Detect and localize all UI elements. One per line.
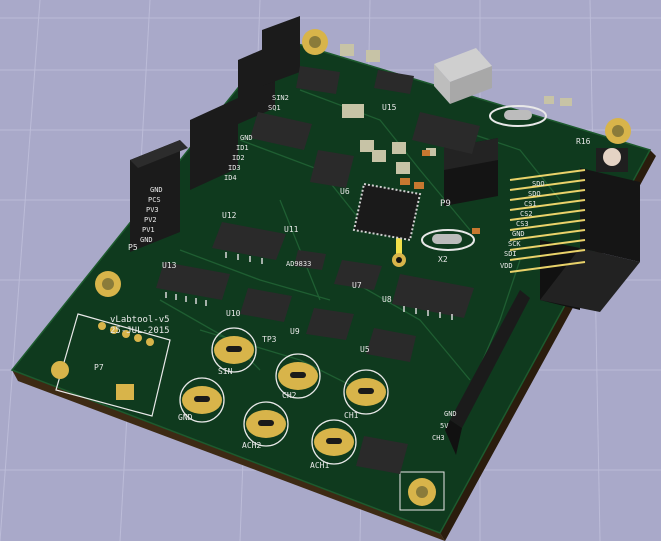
usb-connector	[434, 48, 492, 104]
label-u11: U11	[284, 225, 299, 234]
label-ach2: ACH2	[242, 441, 261, 450]
label-p5: P5	[128, 243, 138, 252]
upper-header-label: ID4	[224, 174, 237, 182]
right-header-label: GND	[512, 230, 525, 238]
label-tp3: TP3	[262, 335, 277, 344]
label-u7: U7	[352, 281, 362, 290]
push-button	[596, 148, 628, 172]
upper-header-label: ID1	[236, 144, 249, 152]
label-u8: U8	[382, 295, 392, 304]
label-ch2: CH2	[282, 391, 297, 400]
left-header-label: PCS	[148, 196, 161, 204]
board-date: 25-JUL-2015	[110, 326, 170, 336]
mounting-hole-bl	[95, 271, 121, 297]
label-u9: U9	[290, 327, 300, 336]
right-header-label: SDO	[532, 180, 545, 188]
board-version: vLabtool-v5	[110, 315, 170, 325]
label-sin: SIN	[218, 367, 233, 376]
right-header-label: VDD	[500, 262, 513, 270]
label-u10: U10	[226, 309, 241, 318]
left-header-label: PV2	[144, 216, 157, 224]
upper-header-label: ID3	[228, 164, 241, 172]
mounting-hole-tr	[605, 118, 631, 144]
label-r16: R16	[576, 137, 591, 146]
right-header-label: SDI	[504, 250, 517, 258]
label-u12: U12	[222, 211, 237, 220]
right-header-label: SDO	[528, 190, 541, 198]
front-header-label: GND	[444, 410, 457, 418]
label-ach1: ACH1	[310, 461, 329, 470]
label-u6: U6	[340, 187, 350, 196]
upper-header-label: SIN2	[272, 94, 289, 102]
front-header-label: CH3	[432, 434, 445, 442]
left-header-label: GND	[140, 236, 153, 244]
right-header-label: SCK	[508, 240, 521, 248]
front-header-label: 5V	[440, 422, 449, 430]
upper-header-label: SQ1	[268, 104, 281, 112]
label-u15: U15	[382, 103, 397, 112]
label-u5: U5	[360, 345, 370, 354]
mounting-hole-tl	[302, 29, 328, 55]
left-header-label: PV1	[142, 226, 155, 234]
right-header-label: CS2	[520, 210, 533, 218]
ic-main-mcu	[352, 182, 422, 242]
label-gnd-main: GND	[178, 413, 193, 422]
label-p7: P7	[94, 363, 104, 372]
label-ch1: CH1	[344, 411, 359, 420]
upper-header-label: GND	[240, 134, 253, 142]
label-x2: X2	[438, 255, 448, 264]
label-u13: U13	[162, 261, 177, 270]
label-p9: P9	[440, 199, 451, 209]
label-ad9833: AD9833	[286, 260, 311, 268]
right-header-label: CS3	[516, 220, 529, 228]
left-header-label: PV3	[146, 206, 159, 214]
upper-header-label: ID2	[232, 154, 245, 162]
right-header-label: CS1	[524, 200, 537, 208]
left-header-label: GND	[150, 186, 163, 194]
pcb-3d-render: P5 P7 P9 GND SIN CH2 CH1 ACH2 ACH1 TP3 U…	[0, 0, 661, 541]
